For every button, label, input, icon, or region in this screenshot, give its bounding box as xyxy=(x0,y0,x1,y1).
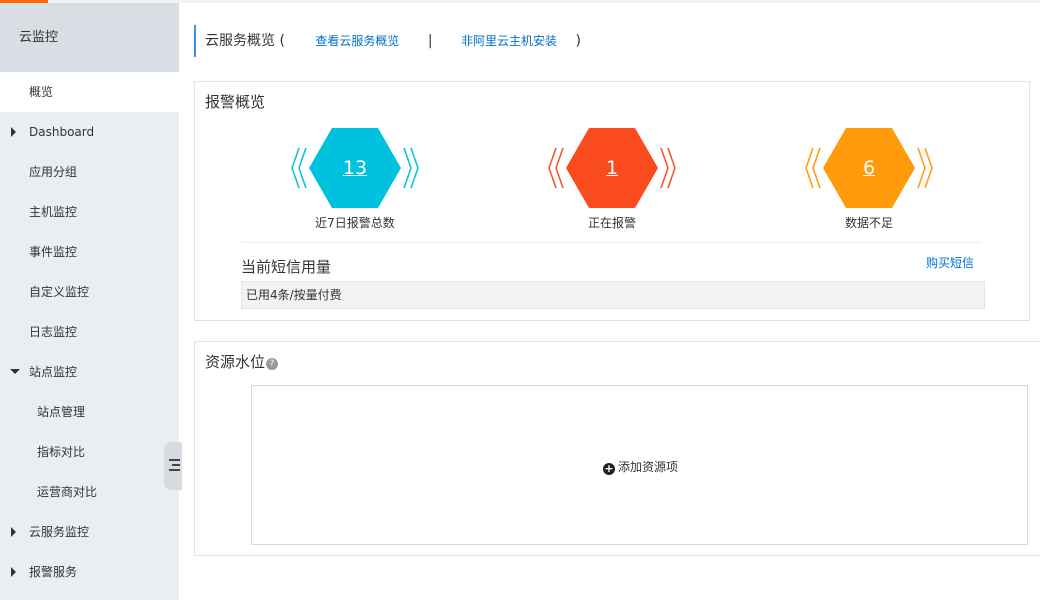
add-resource-label: 添加资源项 xyxy=(617,460,678,474)
sidebar-item-site-monitor[interactable]: 站点监控 xyxy=(0,352,179,392)
sidebar-item-overview[interactable]: 概览 xyxy=(0,72,179,112)
chevron-left-icon xyxy=(291,147,307,189)
page-heading: 云服务概览 ( 查看云服务概览 | 非阿里云主机安装 ) xyxy=(194,25,581,57)
sidebar-item-label: 指标对比 xyxy=(37,445,86,459)
insufficient-data-value[interactable]: 6 xyxy=(823,128,915,208)
sidebar-item-label: 运营商对比 xyxy=(37,485,98,499)
sidebar-item-site-management[interactable]: 站点管理 xyxy=(0,392,179,432)
sidebar-collapse-handle[interactable] xyxy=(164,442,182,490)
sidebar-item-host-monitor[interactable]: 主机监控 xyxy=(0,192,179,232)
insufficient-data-label: 数据不足 xyxy=(844,216,893,230)
sidebar-item-label: 应用分组 xyxy=(29,165,78,179)
sidebar-item-isp-compare[interactable]: 运营商对比 xyxy=(0,472,179,512)
sidebar-item-label: 站点监控 xyxy=(29,365,78,379)
sms-usage-title: 当前短信用量 xyxy=(241,258,332,276)
view-cloud-overview-link[interactable]: 查看云服务概览 xyxy=(315,34,399,48)
sidebar-item-metric-compare[interactable]: 指标对比 xyxy=(0,432,179,472)
sidebar-item-label: 事件监控 xyxy=(29,245,78,259)
sms-usage-bar: 已用4条/按量付费 xyxy=(241,281,985,309)
alarm-overview-title: 报警概览 xyxy=(205,93,266,111)
sidebar-item-label: 日志监控 xyxy=(29,325,78,339)
total-alarms-label: 近7日报警总数 xyxy=(315,216,395,230)
divider xyxy=(241,242,981,243)
sidebar-item-custom-monitor[interactable]: 自定义监控 xyxy=(0,272,179,312)
chevron-right-icon xyxy=(660,147,676,189)
add-resource-button[interactable]: + 添加资源项 xyxy=(252,458,1029,475)
buy-sms-link[interactable]: 购买短信 xyxy=(926,254,974,271)
caret-right-icon xyxy=(11,527,16,537)
resource-level-title: 资源水位 xyxy=(205,353,266,371)
sidebar-item-log-monitor[interactable]: 日志监控 xyxy=(0,312,179,352)
chevron-right-icon xyxy=(403,147,419,189)
help-icon[interactable]: ? xyxy=(266,358,279,370)
resource-box: + 添加资源项 xyxy=(251,385,1028,545)
caret-down-icon xyxy=(10,369,20,374)
chevron-left-icon xyxy=(548,147,564,189)
caret-right-icon xyxy=(11,567,16,577)
paren-open: ( xyxy=(279,33,285,49)
caret-right-icon xyxy=(11,127,16,137)
alarm-overview-panel: 报警概览 13 近7日报警总数 1 正在报警 6 数据不足 当前短信用量 购买短… xyxy=(194,81,1030,321)
stat-insufficient-data: 6 数据不足 xyxy=(804,128,934,238)
main-content: 云服务概览 ( 查看云服务概览 | 非阿里云主机安装 ) 报警概览 13 近7日… xyxy=(194,3,1040,600)
stat-total-alarms: 13 近7日报警总数 xyxy=(290,128,420,238)
paren-close: ) xyxy=(575,33,581,49)
sidebar-item-app-groups[interactable]: 应用分组 xyxy=(0,152,179,192)
page-title: 云服务概览 xyxy=(205,33,275,49)
sidebar-title: 云监控 xyxy=(0,3,179,72)
resource-level-title-row: 资源水位? xyxy=(205,351,279,372)
chevron-right-icon xyxy=(917,147,933,189)
separator: | xyxy=(427,33,433,49)
sms-usage-text: 已用4条/按量付费 xyxy=(246,288,342,302)
resource-level-panel: 资源水位? + 添加资源项 xyxy=(194,341,1040,556)
active-alarms-value[interactable]: 1 xyxy=(566,128,658,208)
sidebar-item-label: 自定义监控 xyxy=(29,285,90,299)
total-alarms-value[interactable]: 13 xyxy=(309,128,401,208)
sidebar-item-label: 报警服务 xyxy=(29,565,78,579)
sidebar-item-label: 主机监控 xyxy=(29,205,78,219)
sidebar-item-cloud-service-monitor[interactable]: 云服务监控 xyxy=(0,512,179,552)
active-alarms-label: 正在报警 xyxy=(587,216,636,230)
sidebar-item-label: Dashboard xyxy=(29,125,95,139)
plus-circle-icon: + xyxy=(602,462,615,475)
sidebar-item-alarm-service[interactable]: 报警服务 xyxy=(0,552,179,592)
sidebar-item-label: 站点管理 xyxy=(37,405,86,419)
sidebar-item-label: 云服务监控 xyxy=(29,525,90,539)
stat-active-alarms: 1 正在报警 xyxy=(547,128,677,238)
chevron-left-icon xyxy=(805,147,821,189)
sidebar-item-dashboard[interactable]: Dashboard xyxy=(0,112,179,152)
sidebar-item-label: 概览 xyxy=(29,85,54,99)
sidebar-item-event-monitor[interactable]: 事件监控 xyxy=(0,232,179,272)
non-aliyun-install-link[interactable]: 非阿里云主机安装 xyxy=(461,34,557,48)
sidebar: 云监控 概览 Dashboard 应用分组 主机监控 事件监控 自定义监控 日志… xyxy=(0,3,179,600)
